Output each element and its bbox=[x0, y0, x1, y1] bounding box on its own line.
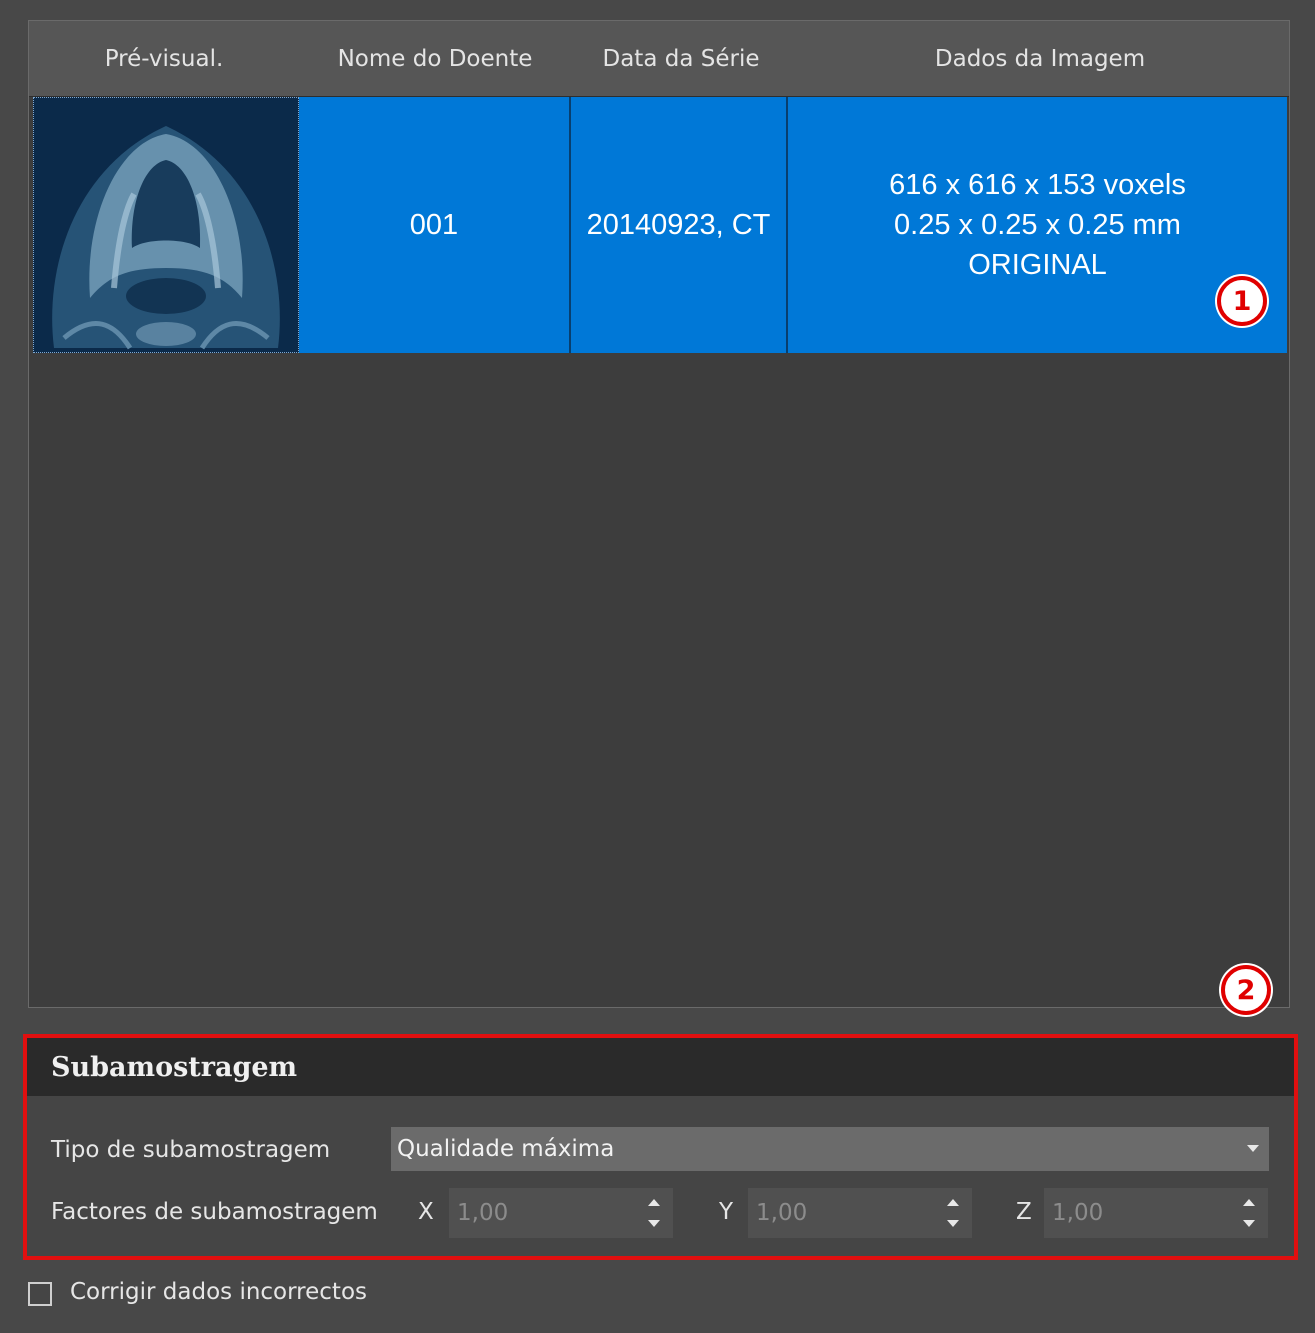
column-header-patient-name[interactable]: Nome do Doente bbox=[299, 21, 571, 96]
factor-x-label: X bbox=[418, 1199, 434, 1225]
subsampling-factors-label: Factores de subamostragem bbox=[51, 1199, 378, 1225]
callout-badge-1: 1 bbox=[1217, 276, 1267, 326]
patient-name-cell: 001 bbox=[299, 97, 571, 353]
preview-thumbnail bbox=[33, 97, 299, 353]
ct-dental-scan-thumbnail-icon bbox=[34, 98, 298, 352]
fix-data-label[interactable]: Corrigir dados incorrectos bbox=[70, 1279, 367, 1305]
image-type: ORIGINAL bbox=[968, 249, 1107, 281]
series-date-cell: 20140923, CT bbox=[571, 97, 788, 353]
table-header: Pré-visual. Nome do Doente Data da Série… bbox=[29, 21, 1289, 97]
voxel-spacing: 0.25 x 0.25 x 0.25 mm bbox=[894, 209, 1181, 241]
image-dimensions: 616 x 616 x 153 voxels bbox=[889, 169, 1186, 201]
column-header-image-data[interactable]: Dados da Imagem bbox=[791, 21, 1289, 96]
spin-arrows-icon[interactable] bbox=[1242, 1196, 1256, 1230]
factor-z-value: 1,00 bbox=[1052, 1200, 1104, 1226]
column-header-series-date[interactable]: Data da Série bbox=[571, 21, 791, 96]
factor-y-label: Y bbox=[719, 1199, 734, 1225]
factor-x-value: 1,00 bbox=[457, 1200, 509, 1226]
series-table: Pré-visual. Nome do Doente Data da Série… bbox=[28, 20, 1290, 1008]
chevron-down-icon bbox=[1247, 1145, 1259, 1152]
table-row[interactable]: 001 20140923, CT 616 x 616 x 153 voxels … bbox=[33, 97, 1287, 353]
subsampling-type-select[interactable]: Qualidade máxima bbox=[391, 1127, 1269, 1171]
subsampling-type-label: Tipo de subamostragem bbox=[51, 1137, 331, 1163]
factor-x-spinbox[interactable]: 1,00 bbox=[449, 1188, 673, 1238]
fix-data-checkbox[interactable] bbox=[28, 1282, 52, 1306]
subsampling-type-value: Qualidade máxima bbox=[397, 1136, 615, 1162]
factor-z-spinbox[interactable]: 1,00 bbox=[1044, 1188, 1268, 1238]
factor-y-value: 1,00 bbox=[756, 1200, 808, 1226]
subsampling-panel: Subamostragem Tipo de subamostragem Qual… bbox=[23, 1034, 1298, 1260]
spin-arrows-icon[interactable] bbox=[946, 1196, 960, 1230]
factor-z-label: Z bbox=[1016, 1199, 1032, 1225]
subsampling-title: Subamostragem bbox=[27, 1038, 1294, 1096]
spin-arrows-icon[interactable] bbox=[647, 1196, 661, 1230]
factor-y-spinbox[interactable]: 1,00 bbox=[748, 1188, 972, 1238]
column-header-preview[interactable]: Pré-visual. bbox=[29, 21, 299, 96]
image-data-cell: 616 x 616 x 153 voxels 0.25 x 0.25 x 0.2… bbox=[788, 97, 1287, 353]
callout-badge-2: 2 bbox=[1221, 965, 1271, 1015]
